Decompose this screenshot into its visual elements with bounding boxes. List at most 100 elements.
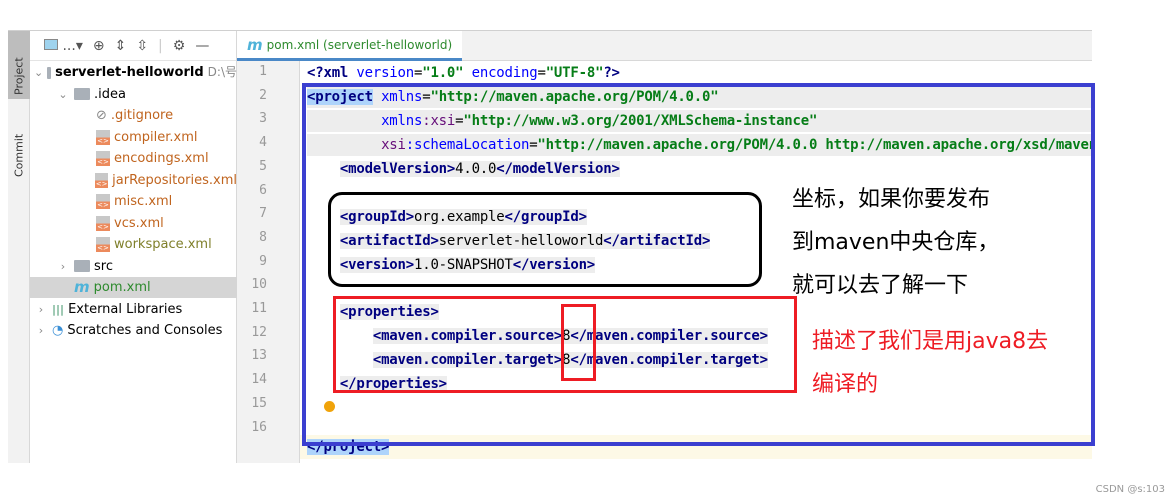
tree-item-label: jarRepositories.xml [112, 172, 237, 188]
tree-item[interactable]: › ||| External Libraries [30, 299, 237, 320]
tree-item-label: misc.xml [114, 194, 173, 209]
editor-tabbar: m pom.xml (serverlet-helloworld) [237, 31, 1092, 61]
collapse-all-icon[interactable]: ⇳ [136, 38, 148, 54]
tree-item-label: workspace.xml [114, 237, 212, 252]
tree-item-label: compiler.xml [114, 129, 198, 145]
note-line: 到maven中央仓库， [792, 230, 1000, 255]
chevron-right-icon[interactable]: › [34, 299, 48, 320]
project-tool-tab[interactable]: Project [8, 31, 30, 99]
line-number: 2 [259, 87, 267, 103]
line-number: 8 [259, 229, 267, 245]
line-number: 7 [259, 206, 267, 222]
tree-item-label: serverlet-helloworld [55, 65, 204, 80]
code-line: <maven.compiler.target>8</maven.compiler… [372, 352, 768, 368]
line-number: 5 [259, 158, 267, 174]
code-line: xmlns:xsi="http://www.w3.org/2001/XMLSch… [307, 110, 1092, 132]
module-path: D:\号 [207, 65, 237, 79]
tree-item-label: External Libraries [68, 301, 183, 317]
tree-item-label: .gitignore [110, 108, 174, 123]
line-number: 3 [259, 111, 267, 127]
note-line: 编译的 [812, 372, 879, 397]
note-line: 描述了我们是用java8去 [812, 329, 1049, 354]
chevron-down-icon[interactable]: ⌄ [56, 84, 70, 105]
xml-file-icon: <> [96, 215, 110, 231]
line-number: 14 [251, 372, 267, 388]
code-line: <maven.compiler.source>8</maven.compiler… [372, 328, 768, 344]
target-icon[interactable]: ⊕ [93, 38, 105, 54]
xml-file-icon: <> [96, 237, 110, 252]
current-line-highlight [300, 435, 1092, 459]
chevron-right-icon[interactable]: › [56, 256, 70, 277]
folder-icon [74, 88, 90, 100]
line-gutter: 1 2 3 4 5 6 7 8 9 10 11 12 13 14 15 16 [237, 61, 300, 463]
tab-pom-xml[interactable]: m pom.xml (serverlet-helloworld) [237, 31, 463, 61]
tree-item-label: src [94, 258, 113, 274]
xml-file-icon: <> [96, 151, 110, 166]
code-line: <?xml version="1.0" encoding="UTF-8"?> [307, 65, 620, 81]
tree-item[interactable]: <> workspace.xml [30, 234, 237, 255]
tree-item-label: .idea [94, 86, 126, 102]
tree-item[interactable]: m pom.xml [30, 277, 237, 298]
tree-item-label: Scratches and Consoles [67, 323, 223, 338]
code-line: <modelVersion>4.0.0</modelVersion> [339, 161, 620, 177]
line-number: 1 [259, 64, 267, 79]
line-number: 10 [251, 277, 267, 293]
tree-item[interactable]: <> encodings.xml [30, 148, 237, 169]
note-line: 坐标，如果你要发布 [792, 187, 991, 212]
code-line: <artifactId>serverlet-helloworld</artifa… [339, 233, 711, 249]
chevron-down-icon[interactable]: ⌄ [34, 62, 43, 83]
xml-file-icon: <> [95, 172, 109, 188]
line-number: 15 [251, 395, 267, 411]
commit-tool-tab[interactable]: Commit [8, 111, 30, 181]
line-number: 16 [251, 419, 267, 435]
view-selector-label: ... [62, 37, 76, 54]
gear-icon[interactable]: ⚙ [173, 38, 186, 54]
tree-item-label: vcs.xml [114, 215, 164, 231]
ignored-file-icon: ⊘ [96, 108, 107, 123]
tree-item[interactable]: › ◔ Scratches and Consoles [30, 320, 237, 341]
line-number: 6 [259, 182, 267, 198]
code-line: </project> [307, 439, 390, 455]
tree-item[interactable]: ⌄ serverlet-helloworld D:\号 [30, 62, 237, 83]
tab-label: pom.xml (serverlet-helloworld) [266, 37, 453, 52]
tree-item[interactable]: <> jarRepositories.xml [30, 170, 237, 191]
tree-item-label: pom.xml [93, 280, 151, 295]
tree-item[interactable]: <> misc.xml [30, 191, 237, 212]
tree-item[interactable]: <> compiler.xml [30, 127, 237, 148]
code-line: <version>1.0-SNAPSHOT</version> [339, 257, 596, 273]
folder-icon [74, 260, 90, 272]
code-line: <properties> [339, 304, 439, 320]
code-line: <project xmlns="http://maven.apache.org/… [307, 86, 1092, 108]
folder-icon [47, 66, 52, 79]
xml-file-icon: <> [96, 129, 110, 145]
view-selector[interactable]: ...▾ [44, 38, 83, 54]
lightbulb-icon[interactable] [324, 401, 335, 412]
maven-icon: m [74, 278, 90, 296]
tree-item[interactable]: <> vcs.xml [30, 213, 237, 234]
line-number: 11 [251, 301, 267, 316]
project-panel: ...▾ ⊕ ⇕ ⇳ | ⚙ — ⌄ serverlet-helloworld D:… [30, 31, 237, 463]
line-number: 12 [251, 324, 267, 340]
maven-icon: m [247, 35, 263, 54]
xml-file-icon: <> [96, 194, 110, 209]
library-icon: ||| [52, 302, 65, 316]
line-number: 13 [251, 348, 267, 364]
expand-all-icon[interactable]: ⇕ [115, 38, 127, 54]
minimize-icon[interactable]: — [195, 38, 209, 54]
code-line: </properties> [339, 376, 447, 392]
tree-item-label: encodings.xml [114, 151, 209, 166]
tree-item[interactable]: ⌄ .idea [30, 84, 237, 105]
scratch-icon: ◔ [52, 323, 64, 338]
code-line: xsi:schemaLocation="http://maven.apache.… [307, 134, 1092, 156]
line-number: 9 [259, 253, 267, 269]
java-version-note: 描述了我们是用java8去 编译的 [812, 320, 1048, 406]
coordinates-note: 坐标，如果你要发布 到maven中央仓库， 就可以去了解一下 [792, 178, 999, 307]
commit-tab-label: Commit [12, 133, 26, 177]
watermark: CSDN @s:103 [1095, 484, 1165, 495]
chevron-right-icon[interactable]: › [34, 320, 48, 341]
project-toolbar: ...▾ ⊕ ⇕ ⇳ | ⚙ — [30, 31, 236, 61]
tree-item[interactable]: ⊘ .gitignore [30, 105, 237, 126]
tree-item[interactable]: › src [30, 256, 237, 277]
project-tab-label: Project [12, 57, 26, 95]
note-line: 就可以去了解一下 [792, 273, 969, 298]
